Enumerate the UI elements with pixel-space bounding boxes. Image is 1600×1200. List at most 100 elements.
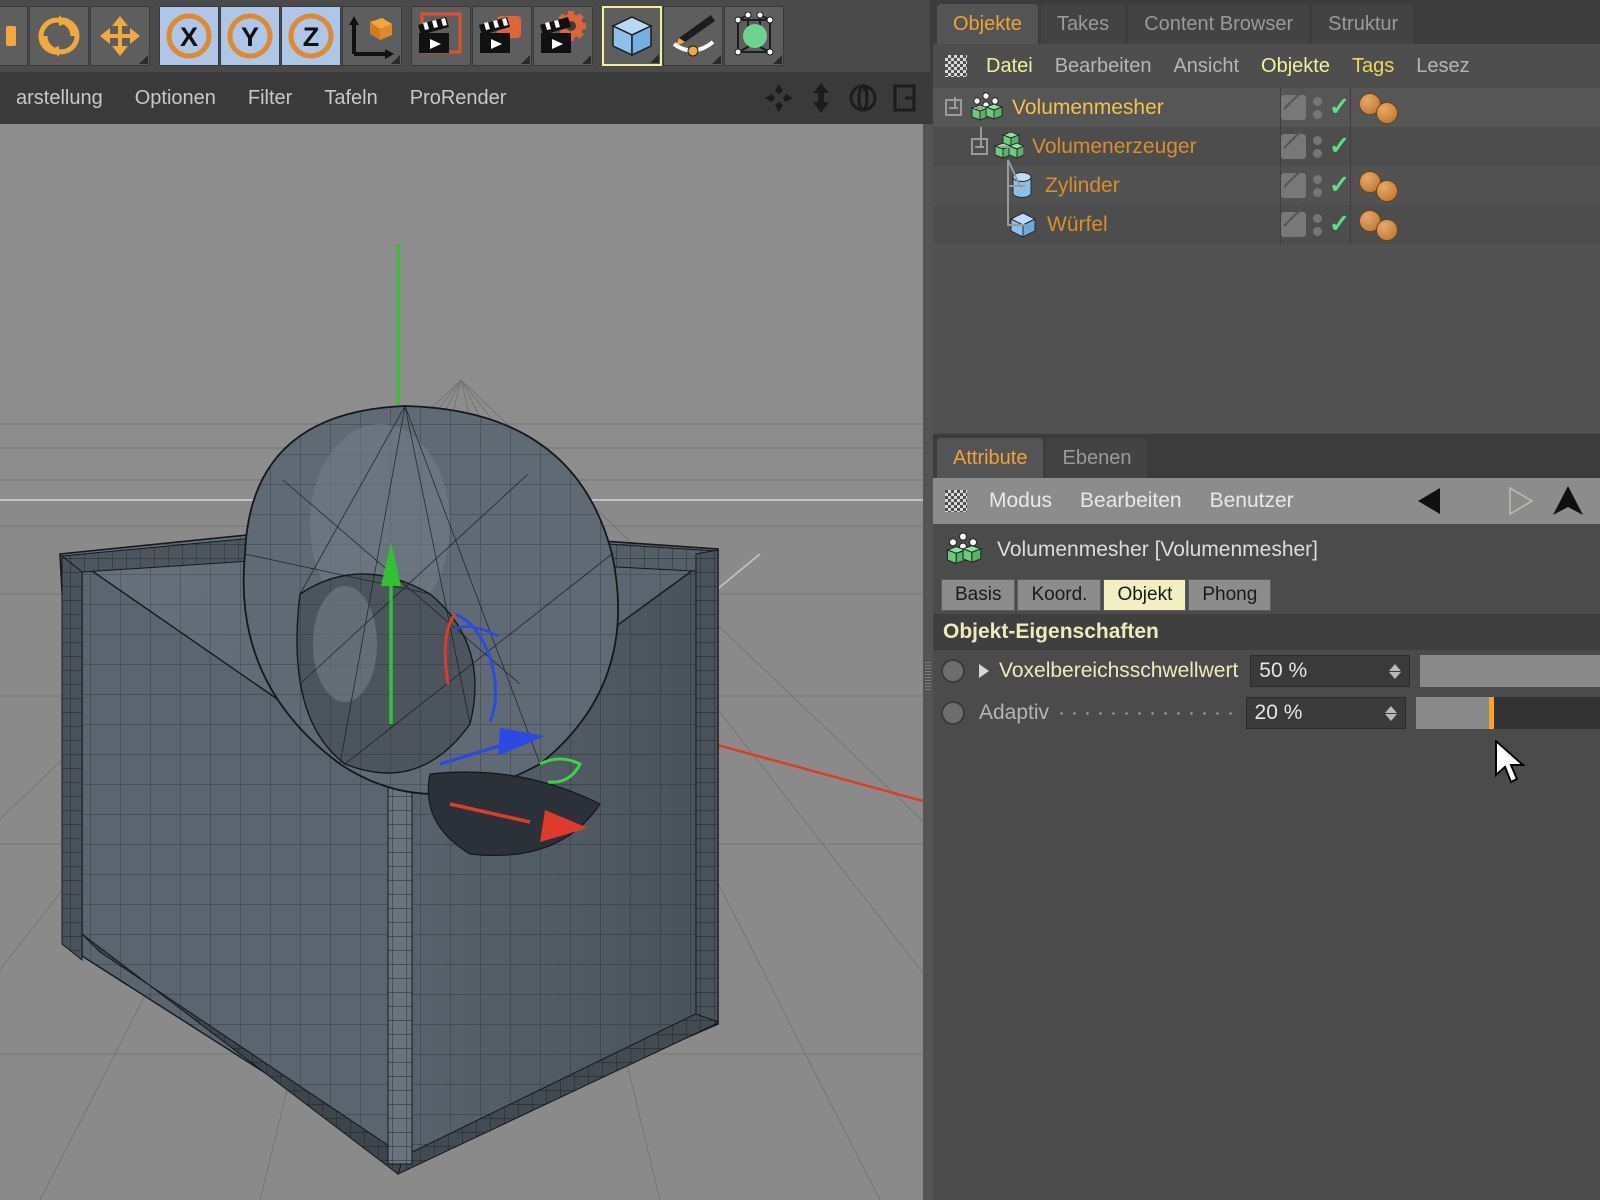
material-tag-icon[interactable] — [1376, 219, 1398, 241]
om-menu-bearbeiten[interactable]: Bearbeiten — [1044, 55, 1163, 78]
render-toggle-icon[interactable] — [1281, 134, 1306, 159]
row-columns: ✓ — [1280, 166, 1600, 205]
spinner-icon[interactable] — [1389, 664, 1401, 679]
at-menu-modus[interactable]: Modus — [975, 489, 1066, 513]
tab-attribute[interactable]: Attribute — [937, 438, 1043, 478]
animation-track-dot-icon[interactable] — [941, 659, 965, 683]
tab-content-browser[interactable]: Content Browser — [1128, 4, 1309, 44]
spline-pen-button[interactable] — [663, 6, 723, 66]
object-manager-menubar: Datei Bearbeiten Ansicht Objekte Tags Le… — [933, 44, 1600, 88]
adaptiv-input[interactable]: 20 % — [1246, 697, 1406, 729]
viewport-menu-darstellung[interactable]: arstellung — [0, 87, 119, 110]
enable-checkmark-icon[interactable]: ✓ — [1329, 95, 1350, 120]
object-name-zylinder[interactable]: Zylinder — [1045, 174, 1120, 198]
pan-icon[interactable] — [764, 83, 794, 113]
enable-checkmark-icon[interactable]: ✓ — [1329, 212, 1350, 237]
property-tab-row: Basis Koord. Objekt Phong — [933, 576, 1600, 614]
visibility-column[interactable]: ✓ — [1280, 127, 1350, 166]
coordinate-system-button[interactable] — [342, 6, 402, 66]
panel-grip-icon[interactable] — [945, 55, 967, 77]
at-menu-bearbeiten[interactable]: Bearbeiten — [1066, 489, 1196, 513]
orbit-icon[interactable] — [848, 83, 878, 113]
om-menu-tags[interactable]: Tags — [1341, 55, 1405, 78]
adaptiv-slider[interactable] — [1416, 697, 1600, 729]
property-tab-objekt[interactable]: Objekt — [1103, 579, 1186, 611]
table-row[interactable]: Würfel ✓ — [933, 205, 1600, 244]
viewport-3d[interactable] — [0, 124, 923, 1200]
object-name-volumenmesher[interactable]: Volumenmesher — [1012, 96, 1164, 120]
material-tag-icon[interactable] — [1376, 180, 1398, 202]
tags-column[interactable] — [1350, 88, 1600, 127]
submenu-corner-icon — [391, 55, 400, 64]
material-tag-icon[interactable] — [1376, 102, 1398, 124]
visibility-dots-icon[interactable] — [1313, 136, 1322, 158]
disclosure-triangle-icon[interactable] — [979, 664, 989, 678]
axis-x-button[interactable]: X — [159, 6, 219, 66]
visibility-dots-icon[interactable] — [1313, 214, 1322, 236]
enable-checkmark-icon[interactable]: ✓ — [1329, 173, 1350, 198]
zoom-icon[interactable] — [808, 83, 834, 113]
tab-ebenen[interactable]: Ebenen — [1046, 438, 1147, 478]
render-view-button[interactable] — [411, 6, 471, 66]
primitive-cube-button[interactable] — [602, 6, 662, 66]
viewport-menu-optionen[interactable]: Optionen — [119, 87, 232, 110]
expand-collapse-icon[interactable] — [971, 138, 988, 155]
rotate-tool-button[interactable] — [29, 6, 89, 66]
up-arrow-icon[interactable] — [1548, 484, 1588, 518]
tab-takes[interactable]: Takes — [1041, 4, 1125, 44]
visibility-column[interactable]: ✓ — [1280, 205, 1350, 244]
forward-arrow-icon[interactable] — [1478, 484, 1534, 518]
property-tab-phong[interactable]: Phong — [1188, 579, 1271, 611]
move-tool-button[interactable] — [90, 6, 150, 66]
expand-collapse-icon[interactable] — [945, 99, 962, 116]
tags-column[interactable] — [1350, 205, 1600, 244]
panel-divider[interactable] — [923, 124, 933, 1200]
property-row-voxelbereichsschwellwert: Voxelbereichsschwellwert 50 % — [933, 650, 1600, 692]
render-toggle-icon[interactable] — [1281, 95, 1306, 120]
object-tree[interactable]: Volumenmesher ✓ — [933, 88, 1600, 433]
object-name-volumenerzeuger[interactable]: Volumenerzeuger — [1032, 135, 1197, 159]
panel-grip-icon[interactable] — [945, 490, 967, 512]
visibility-dots-icon[interactable] — [1313, 97, 1322, 119]
animation-track-dot-icon[interactable] — [941, 701, 965, 725]
maximize-view-icon[interactable] — [892, 84, 918, 112]
voxelbereichsschwellwert-input[interactable]: 50 % — [1250, 655, 1410, 687]
visibility-column[interactable]: ✓ — [1280, 166, 1350, 205]
at-menu-benutzer[interactable]: Benutzer — [1196, 489, 1308, 513]
property-tab-koord[interactable]: Koord. — [1017, 579, 1101, 611]
table-row[interactable]: Volumenerzeuger ✓ — [933, 127, 1600, 166]
render-toggle-icon[interactable] — [1281, 173, 1306, 198]
render-toggle-icon[interactable] — [1281, 212, 1306, 237]
toolbar-button-partial[interactable] — [0, 6, 28, 66]
tags-column[interactable] — [1350, 127, 1600, 166]
back-arrow-icon[interactable] — [1416, 484, 1472, 518]
clapper-frame-icon — [416, 11, 466, 61]
deformer-button[interactable] — [724, 6, 784, 66]
property-tab-basis[interactable]: Basis — [941, 579, 1015, 611]
viewport-menu-filter[interactable]: Filter — [232, 87, 308, 110]
om-menu-datei[interactable]: Datei — [975, 55, 1044, 78]
om-menu-objekte[interactable]: Objekte — [1250, 55, 1341, 78]
y-axis-icon: Y — [225, 11, 275, 61]
table-row[interactable]: Volumenmesher ✓ — [933, 88, 1600, 127]
tab-objekte[interactable]: Objekte — [937, 4, 1038, 44]
render-settings-button[interactable] — [533, 6, 593, 66]
viewport-menu-tafeln[interactable]: Tafeln — [308, 87, 393, 110]
render-region-button[interactable] — [472, 6, 532, 66]
object-name-wuerfel[interactable]: Würfel — [1047, 213, 1108, 237]
volume-mesh-object[interactable] — [60, 406, 718, 1174]
visibility-dots-icon[interactable] — [1313, 175, 1322, 197]
viewport-menu-prorender[interactable]: ProRender — [394, 87, 523, 110]
tags-column[interactable] — [1350, 166, 1600, 205]
table-row[interactable]: Zylinder ✓ — [933, 166, 1600, 205]
visibility-column[interactable]: ✓ — [1280, 88, 1350, 127]
axis-z-button[interactable]: Z — [281, 6, 341, 66]
om-menu-lesezeichen[interactable]: Lesez — [1405, 55, 1480, 78]
dotted-leader — [1055, 703, 1239, 724]
tab-struktur[interactable]: Struktur — [1312, 4, 1414, 44]
axis-y-button[interactable]: Y — [220, 6, 280, 66]
enable-checkmark-icon[interactable]: ✓ — [1329, 134, 1350, 159]
voxelbereichsschwellwert-slider[interactable] — [1420, 655, 1600, 687]
spinner-icon[interactable] — [1385, 706, 1397, 721]
om-menu-ansicht[interactable]: Ansicht — [1162, 55, 1250, 78]
